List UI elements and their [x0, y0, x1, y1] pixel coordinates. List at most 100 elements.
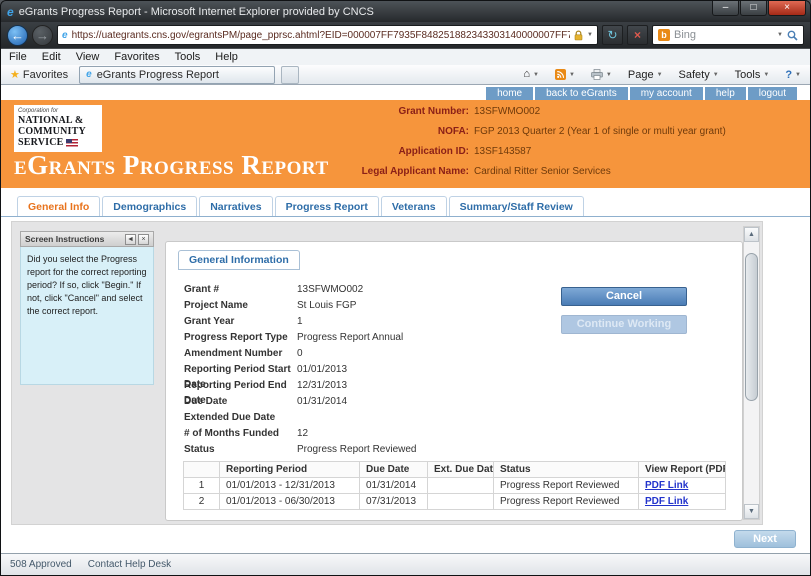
- favorites-button[interactable]: ★ Favorites: [5, 68, 73, 81]
- col-header-view-report: View Report (PDF): [639, 462, 726, 478]
- tab-summary-staff-review[interactable]: Summary/Staff Review: [449, 196, 584, 216]
- page-menu-button[interactable]: Page ▼: [623, 69, 668, 81]
- grant-number-label: Grant Number:: [331, 106, 469, 117]
- favorites-bar: ★ Favorites e eGrants Progress Report ⌂ …: [1, 65, 810, 85]
- chevron-down-icon: ▼: [713, 72, 719, 78]
- field-value: 0: [297, 346, 742, 361]
- nav-home-button[interactable]: home: [486, 87, 533, 100]
- page-banner: Corporation for NATIONAL & COMMUNITY SER…: [1, 100, 810, 188]
- tools-menu-label: Tools: [735, 69, 761, 81]
- cell-due-date: 07/31/2013: [360, 494, 428, 510]
- new-tab-button[interactable]: [281, 66, 299, 84]
- cell-view-report: PDF Link: [639, 478, 726, 494]
- screen-instructions-panel: Screen Instructions ◄ × Did you select t…: [20, 231, 154, 385]
- search-magnifier-icon[interactable]: [787, 30, 798, 41]
- cell-view-report: PDF Link: [639, 494, 726, 510]
- safety-menu-button[interactable]: Safety ▼: [674, 69, 724, 81]
- application-id-value: 13SF143587: [474, 146, 726, 157]
- home-button[interactable]: ⌂ ▼: [518, 69, 544, 80]
- refresh-button[interactable]: ↻: [602, 25, 623, 45]
- title-bar: e eGrants Progress Report - Microsoft In…: [1, 1, 810, 22]
- menu-file[interactable]: File: [9, 51, 27, 63]
- pdf-link[interactable]: PDF Link: [645, 496, 688, 507]
- instructions-close-button[interactable]: ×: [138, 234, 149, 245]
- window-controls: – □ ×: [711, 1, 806, 16]
- instructions-collapse-button[interactable]: ◄: [125, 234, 136, 245]
- screen-instructions-title: Screen Instructions: [25, 234, 123, 244]
- reports-table: Reporting Period Due Date Ext. Due Date …: [183, 461, 726, 510]
- address-bar-row: ← → e https://uategrants.cns.gov/egrants…: [1, 22, 810, 48]
- nav-my-account-button[interactable]: my account: [630, 87, 703, 100]
- field-label: Grant #: [184, 282, 297, 297]
- window-title: eGrants Progress Report - Microsoft Inte…: [19, 6, 374, 18]
- scrollbar-thumb[interactable]: [745, 253, 758, 401]
- tab-favicon-icon: e: [86, 69, 92, 80]
- field-value: Progress Report Reviewed: [297, 442, 742, 457]
- tab-demographics[interactable]: Demographics: [102, 196, 197, 216]
- search-input[interactable]: Bing: [674, 29, 773, 41]
- cell-ext-due-date: [428, 478, 494, 494]
- menu-edit[interactable]: Edit: [42, 51, 61, 63]
- status-bar: 508 Approved Contact Help Desk: [1, 553, 810, 575]
- cell-status: Progress Report Reviewed: [494, 478, 639, 494]
- help-button[interactable]: ? ▼: [780, 69, 806, 81]
- cell-status: Progress Report Reviewed: [494, 494, 639, 510]
- status-link-508-approved[interactable]: 508 Approved: [10, 559, 72, 570]
- pdf-link[interactable]: PDF Link: [645, 480, 688, 491]
- field-value: 12/31/2013: [297, 378, 742, 393]
- chevron-down-icon: ▼: [795, 72, 801, 78]
- nav-logout-button[interactable]: logout: [748, 87, 797, 100]
- tab-narratives[interactable]: Narratives: [199, 196, 272, 216]
- menu-help[interactable]: Help: [215, 51, 238, 63]
- search-box[interactable]: b Bing ▼: [652, 25, 804, 45]
- cell-ext-due-date: [428, 494, 494, 510]
- tab-general-info[interactable]: General Info: [17, 196, 100, 216]
- scroll-up-icon[interactable]: ▲: [744, 227, 759, 242]
- lock-icon: [574, 30, 583, 41]
- continue-working-button[interactable]: Continue Working: [561, 315, 687, 334]
- close-button[interactable]: ×: [768, 1, 806, 16]
- address-dropdown-icon[interactable]: ▼: [587, 32, 593, 38]
- favorites-star-icon: ★: [10, 68, 20, 81]
- nav-back-to-egrants-button[interactable]: back to eGrants: [535, 87, 628, 100]
- print-button[interactable]: ▼: [586, 69, 617, 80]
- minimize-button[interactable]: –: [712, 1, 739, 16]
- tab-veterans[interactable]: Veterans: [381, 196, 447, 216]
- logo-line: NATIONAL &: [18, 115, 98, 126]
- maximize-button[interactable]: □: [740, 1, 767, 16]
- back-button[interactable]: ←: [7, 25, 28, 46]
- browser-tab[interactable]: e eGrants Progress Report: [79, 66, 275, 84]
- cancel-button[interactable]: Cancel: [561, 287, 687, 306]
- menu-favorites[interactable]: Favorites: [114, 51, 159, 63]
- general-information-panel: General Information Grant #13SFWMO002 Pr…: [165, 241, 743, 521]
- table-header-row: Reporting Period Due Date Ext. Due Date …: [184, 462, 726, 478]
- table-row: 2 01/01/2013 - 06/30/2013 07/31/2013 Pro…: [184, 494, 726, 510]
- status-link-contact-help-desk[interactable]: Contact Help Desk: [88, 559, 171, 570]
- tab-progress-report[interactable]: Progress Report: [275, 196, 379, 216]
- next-button[interactable]: Next: [734, 530, 796, 548]
- nav-help-button[interactable]: help: [705, 87, 746, 100]
- chevron-down-icon: ▼: [657, 72, 663, 78]
- logo-line: COMMUNITY: [18, 126, 98, 137]
- field-value: 01/01/2013: [297, 362, 742, 377]
- feeds-button[interactable]: ▼: [550, 69, 580, 80]
- menu-tools[interactable]: Tools: [175, 51, 201, 63]
- col-header-num: [184, 462, 220, 478]
- field-label: Grant Year: [184, 314, 297, 329]
- favorites-label: Favorites: [23, 69, 68, 81]
- search-dropdown-icon[interactable]: ▼: [777, 32, 783, 38]
- vertical-scrollbar[interactable]: ▲ ▼: [743, 226, 760, 520]
- feeds-icon: [555, 69, 566, 80]
- table-row: 1 01/01/2013 - 12/31/2013 01/31/2014 Pro…: [184, 478, 726, 494]
- tools-menu-button[interactable]: Tools ▼: [730, 69, 775, 81]
- menu-view[interactable]: View: [76, 51, 100, 63]
- address-field[interactable]: e https://uategrants.cns.gov/egrantsPM/p…: [57, 25, 598, 45]
- chevron-down-icon: ▼: [606, 72, 612, 78]
- field-label: Reporting Period End Date: [184, 378, 297, 393]
- scroll-down-icon[interactable]: ▼: [744, 504, 759, 519]
- forward-button[interactable]: →: [32, 25, 53, 46]
- general-information-tab[interactable]: General Information: [178, 250, 300, 270]
- address-url[interactable]: https://uategrants.cns.gov/egrantsPM/pag…: [72, 30, 570, 41]
- stop-button[interactable]: ×: [627, 25, 648, 45]
- legal-applicant-label: Legal Applicant Name:: [331, 166, 469, 177]
